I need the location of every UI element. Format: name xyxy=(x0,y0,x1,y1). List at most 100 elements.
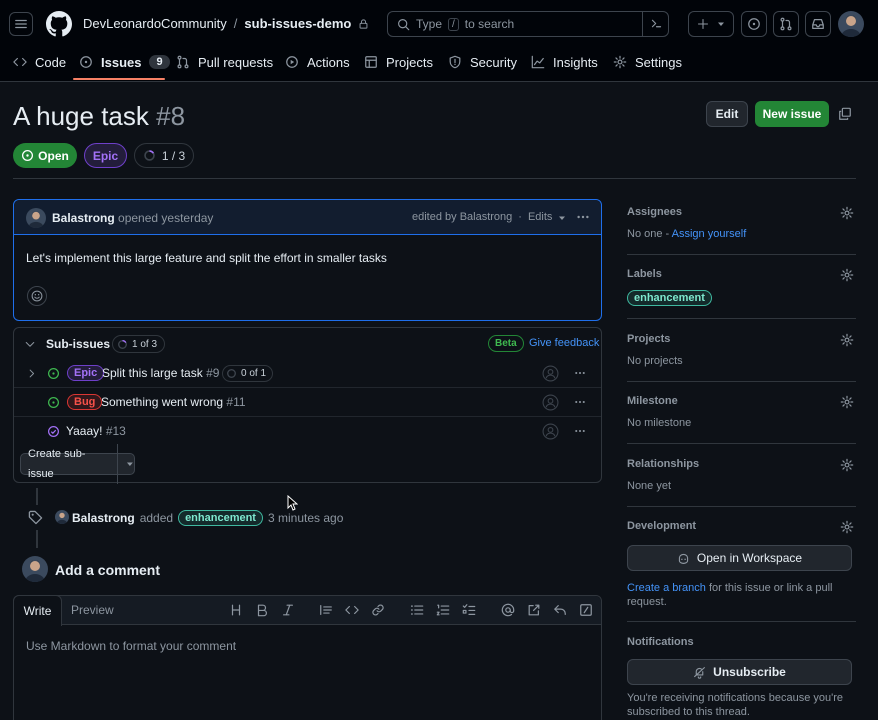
gear-icon[interactable] xyxy=(840,268,854,282)
open-in-workspace-button[interactable]: Open in Workspace xyxy=(627,545,852,571)
task-list-button[interactable] xyxy=(462,603,476,617)
italic-button[interactable] xyxy=(281,603,295,617)
sub-issue-title[interactable]: Yaaay! #13 xyxy=(66,424,126,438)
sub-issue-number: #11 xyxy=(226,395,246,409)
kebab-horizontal-icon[interactable] xyxy=(573,367,587,379)
open-in-workspace-label: Open in Workspace xyxy=(696,551,803,565)
bold-button[interactable] xyxy=(255,603,269,617)
tab-projects[interactable]: Projects xyxy=(364,46,433,78)
give-feedback-link[interactable]: Give feedback xyxy=(529,337,599,349)
kebab-horizontal-icon[interactable] xyxy=(573,396,587,408)
sub-issue-row[interactable]: Epic Split this large task #9 0 of 1 xyxy=(14,359,601,388)
owner-link[interactable]: DevLeonardoCommunity xyxy=(83,16,227,31)
gear-icon[interactable] xyxy=(840,520,854,534)
tab-code[interactable]: Code xyxy=(13,46,66,78)
unsubscribe-label: Unsubscribe xyxy=(713,665,786,679)
sub-issue-progress-badge[interactable]: 1 / 3 xyxy=(134,143,194,168)
comment-author[interactable]: Balastrong xyxy=(52,211,115,225)
issues-button[interactable] xyxy=(741,11,767,37)
sub-issue-title[interactable]: Split this large task #9 xyxy=(102,366,219,380)
command-palette-icon[interactable] xyxy=(650,17,663,30)
gear-icon[interactable] xyxy=(840,206,854,220)
heading-button[interactable] xyxy=(229,603,243,617)
repo-link[interactable]: sub-issues-demo xyxy=(244,16,351,31)
sub-issue-title[interactable]: Something went wrong #11 xyxy=(101,395,246,409)
sub-issue-type-badge: Epic xyxy=(67,365,105,381)
tab-preview[interactable]: Preview xyxy=(71,603,114,617)
comment-textarea[interactable]: Use Markdown to format your comment xyxy=(26,639,236,653)
inbox-button[interactable] xyxy=(805,11,831,37)
kebab-horizontal-icon[interactable] xyxy=(573,425,587,437)
code-button[interactable] xyxy=(345,603,359,617)
ordered-list-button[interactable] xyxy=(436,603,450,617)
edits-dropdown[interactable]: Edits xyxy=(528,211,552,223)
projects-value: No projects xyxy=(627,355,683,367)
header-divider xyxy=(13,178,856,179)
tab-issues[interactable]: Issues 9 xyxy=(79,46,170,78)
create-branch-link[interactable]: Create a branch xyxy=(627,582,706,594)
code-icon xyxy=(13,57,27,67)
user-avatar[interactable] xyxy=(838,11,864,37)
kebab-horizontal-icon[interactable] xyxy=(575,210,591,224)
tab-security[interactable]: Security xyxy=(448,46,517,78)
create-sub-issue-label: Create sub-issue xyxy=(21,444,119,484)
gear-icon[interactable] xyxy=(840,395,854,409)
assignee-placeholder-icon[interactable] xyxy=(542,394,559,411)
event-author[interactable]: Balastrong xyxy=(72,511,135,525)
gear-icon[interactable] xyxy=(840,333,854,347)
assign-yourself-link[interactable]: Assign yourself xyxy=(672,228,747,240)
link-button[interactable] xyxy=(371,603,385,617)
sub-issue-row[interactable]: Bug Something went wrong #11 xyxy=(14,388,601,417)
assignee-placeholder-icon[interactable] xyxy=(542,423,559,440)
reference-button[interactable] xyxy=(527,603,541,617)
menu-button[interactable] xyxy=(9,12,33,36)
label-chip[interactable]: enhancement xyxy=(627,290,712,306)
event-label-chip[interactable]: enhancement xyxy=(178,510,263,526)
assignee-placeholder-icon[interactable] xyxy=(542,365,559,382)
chevron-down-icon[interactable] xyxy=(24,338,36,350)
author-avatar[interactable] xyxy=(26,208,46,228)
quote-button[interactable] xyxy=(319,603,333,617)
sidebar-divider xyxy=(627,621,856,622)
tab-insights[interactable]: Insights xyxy=(531,46,598,78)
event-author-avatar[interactable] xyxy=(55,510,69,524)
tab-security-label: Security xyxy=(470,54,517,70)
assignees-heading: Assignees xyxy=(627,206,683,218)
create-new-button[interactable] xyxy=(688,11,734,37)
mention-button[interactable] xyxy=(501,603,515,617)
sub-issue-row[interactable]: Yaaay! #13 xyxy=(14,417,601,446)
triangle-down-icon[interactable] xyxy=(126,460,134,468)
sub-issues-count-label: 1 of 3 xyxy=(132,338,158,350)
add-reaction-button[interactable] xyxy=(27,286,47,306)
copy-icon[interactable] xyxy=(838,107,852,121)
github-logo[interactable] xyxy=(46,11,72,37)
unordered-list-button[interactable] xyxy=(410,603,424,617)
tag-icon xyxy=(28,510,43,525)
create-sub-issue-button[interactable]: Create sub-issue xyxy=(20,444,135,484)
link-icon xyxy=(372,604,384,616)
issue-opened-icon xyxy=(22,149,34,162)
breadcrumb: DevLeonardoCommunity / sub-issues-demo xyxy=(83,16,369,31)
chevron-right-icon[interactable] xyxy=(26,368,37,379)
slash-commands-button[interactable] xyxy=(579,603,593,617)
pull-requests-button[interactable] xyxy=(773,11,799,37)
issue-type-badge[interactable]: Epic xyxy=(84,143,127,168)
issue-type-label: Epic xyxy=(92,148,119,163)
sub-issue-type-badge: Bug xyxy=(67,394,103,410)
search-input[interactable]: Type / to search xyxy=(387,11,669,37)
labels-heading: Labels xyxy=(627,268,662,280)
development-heading: Development xyxy=(627,520,697,532)
edit-button[interactable]: Edit xyxy=(706,101,748,127)
gear-icon[interactable] xyxy=(840,458,854,472)
cross-reference-icon xyxy=(528,604,540,616)
list-unordered-icon xyxy=(411,605,424,615)
new-issue-button[interactable]: New issue xyxy=(755,101,829,127)
tab-write[interactable]: Write xyxy=(13,595,62,626)
unsubscribe-button[interactable]: Unsubscribe xyxy=(627,659,852,685)
italic-icon xyxy=(283,604,293,616)
tab-actions[interactable]: Actions xyxy=(285,46,350,78)
saved-replies-button[interactable] xyxy=(553,603,567,617)
tab-settings[interactable]: Settings xyxy=(613,46,682,78)
sub-issue-progress: 0 of 1 xyxy=(222,365,274,382)
tab-pull-requests[interactable]: Pull requests xyxy=(176,46,273,78)
